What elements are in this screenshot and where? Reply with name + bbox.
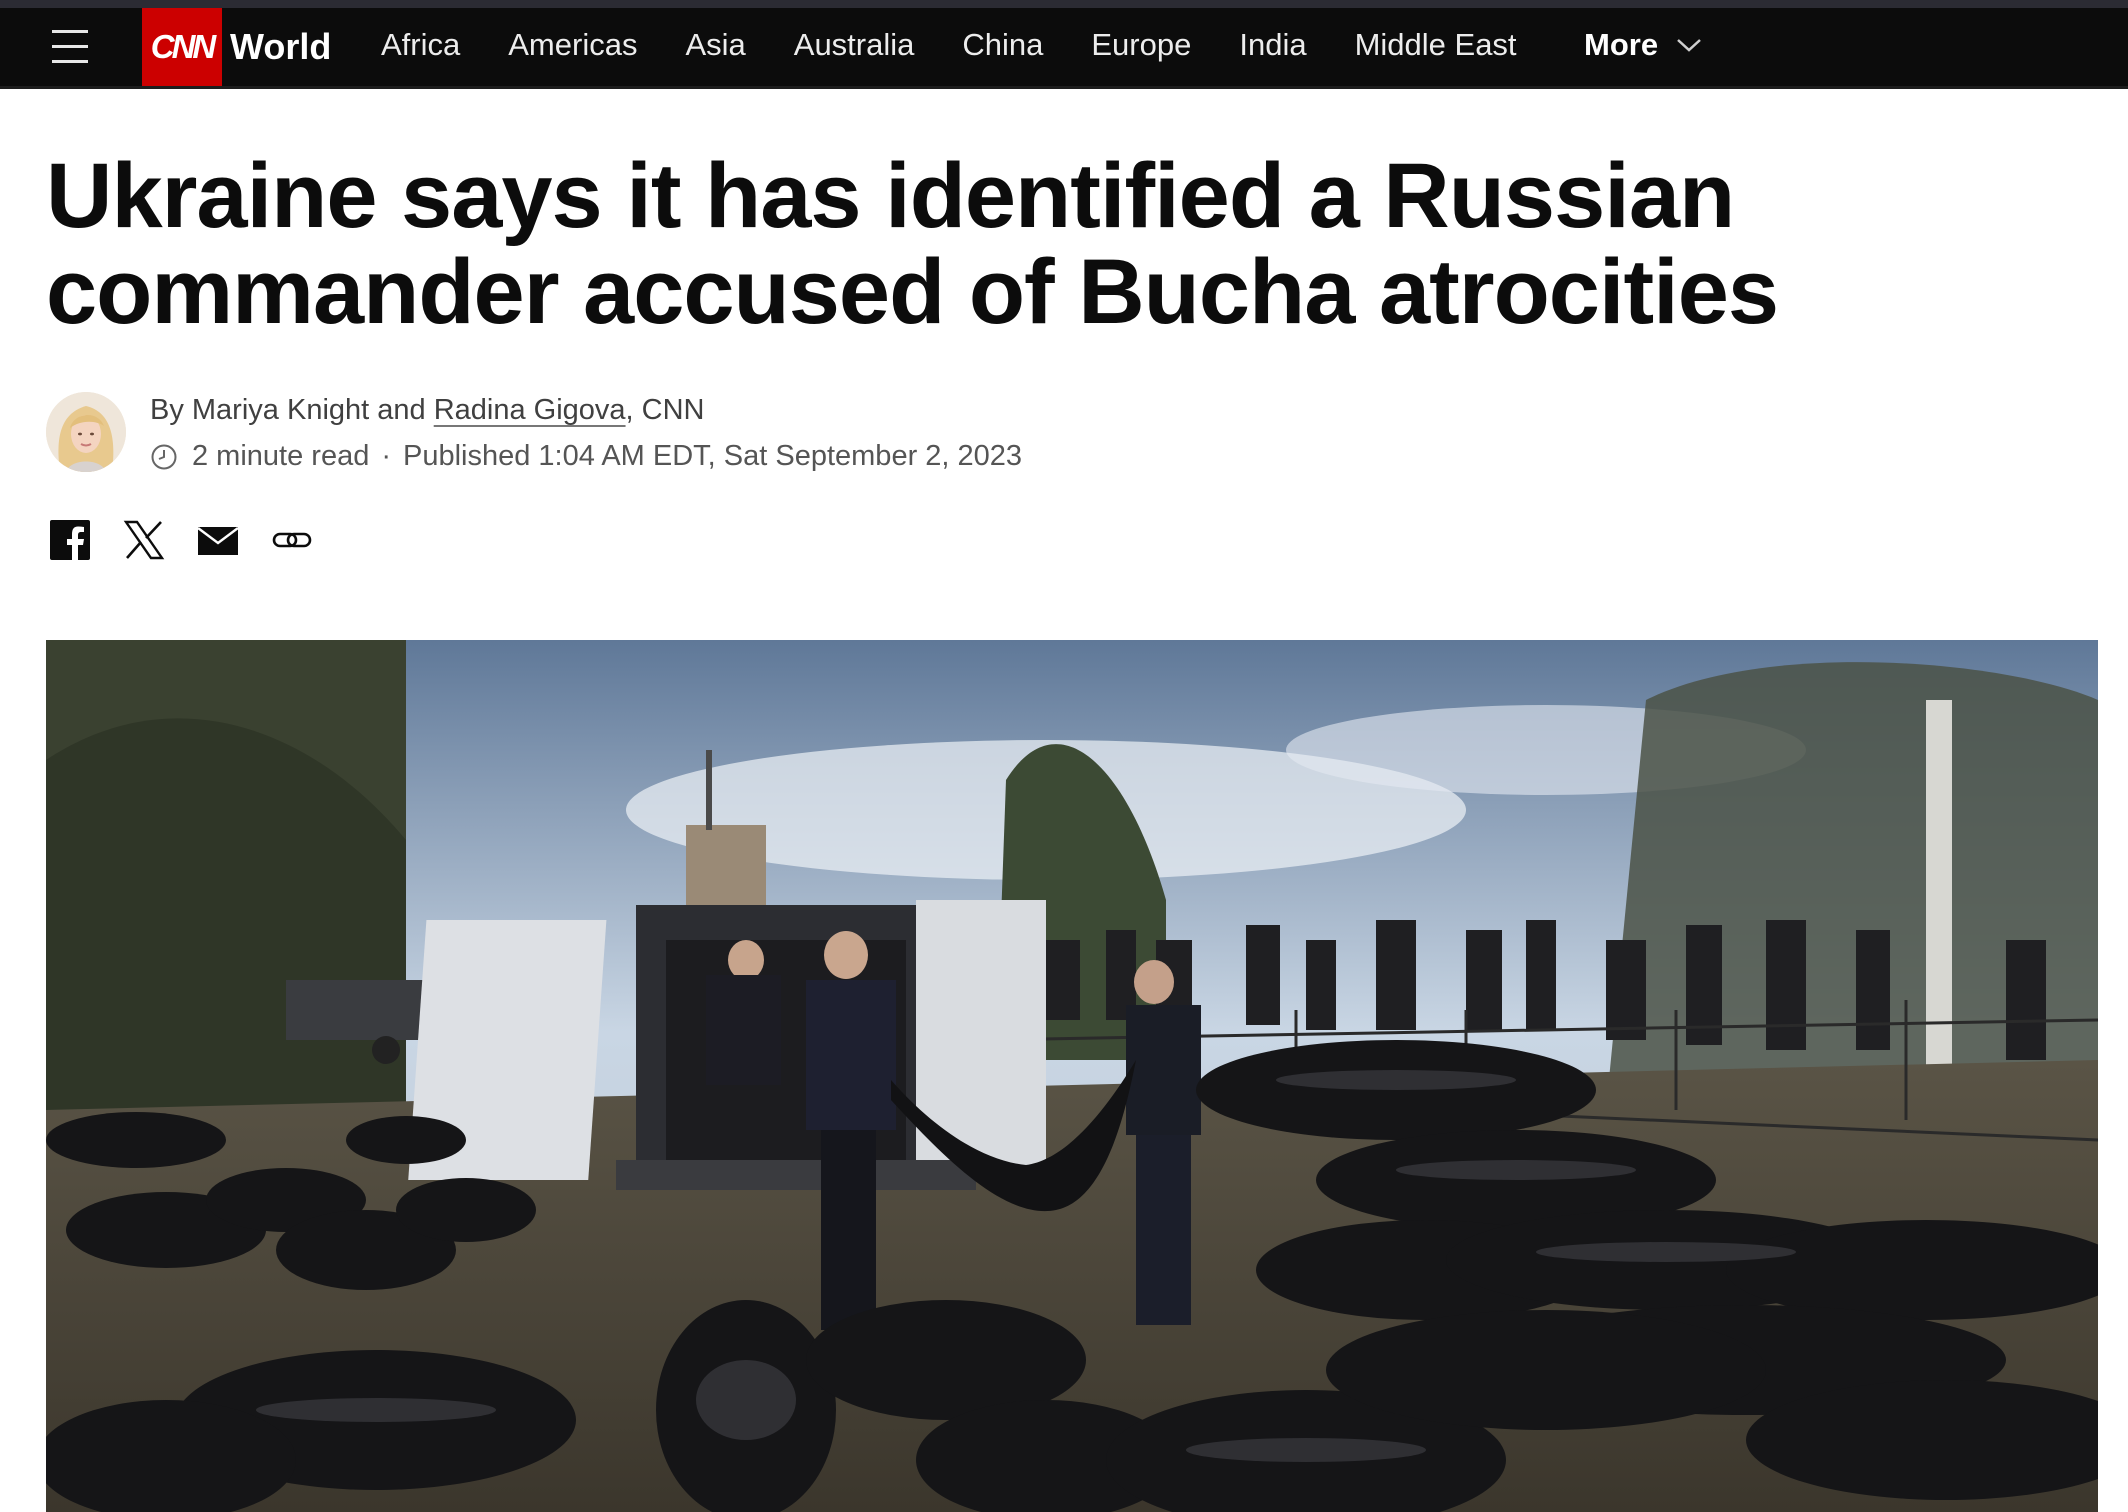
publish-date: Published 1:04 AM EDT, Sat September 2, … (403, 440, 1023, 472)
more-label: More (1584, 27, 1659, 62)
top-navigation: CNN World Africa Americas Asia Australia… (0, 8, 2128, 89)
email-share-button[interactable] (196, 518, 240, 562)
menu-icon[interactable] (52, 28, 88, 64)
byline-prefix: By Mariya Knight and (150, 394, 434, 426)
nav-link-americas[interactable]: Americas (508, 27, 637, 63)
nav-link-middle-east[interactable]: Middle East (1355, 27, 1517, 63)
read-time: 2 minute read (192, 440, 370, 472)
nav-link-india[interactable]: India (1239, 27, 1306, 63)
article-meta: 2 minute read · Published 1:04 AM EDT, S… (150, 440, 1022, 473)
more-menu-button[interactable]: More (1584, 27, 1702, 63)
meta-separator: · (381, 440, 391, 472)
copy-link-button[interactable] (270, 518, 314, 562)
facebook-share-button[interactable] (48, 518, 92, 562)
nav-link-china[interactable]: China (962, 27, 1043, 63)
nav-link-australia[interactable]: Australia (794, 27, 915, 63)
cnn-logo[interactable]: CNN (142, 8, 222, 86)
byline-suffix: , CNN (625, 394, 705, 426)
section-title[interactable]: World (230, 26, 331, 68)
x-icon (123, 520, 165, 560)
byline: By Mariya Knight and Radina Gigova, CNN (150, 394, 705, 427)
hero-image[interactable] (46, 640, 2098, 1512)
facebook-icon (50, 520, 90, 561)
nav-link-africa[interactable]: Africa (381, 27, 460, 63)
chevron-down-icon (1677, 39, 1701, 52)
email-icon (197, 527, 239, 555)
link-icon (272, 532, 312, 548)
cemetery-photo (46, 640, 2098, 1512)
nav-link-asia[interactable]: Asia (685, 27, 745, 63)
share-bar (48, 518, 314, 562)
nav-links: Africa Americas Asia Australia China Eur… (381, 27, 1565, 63)
top-strip (0, 0, 2128, 8)
nav-link-europe[interactable]: Europe (1091, 27, 1191, 63)
article-headline: Ukraine says it has identified a Russian… (46, 145, 1779, 343)
author-avatar[interactable] (46, 392, 126, 472)
author-link[interactable]: Radina Gigova (434, 394, 626, 426)
x-share-button[interactable] (122, 518, 166, 562)
clock-icon (151, 444, 177, 469)
